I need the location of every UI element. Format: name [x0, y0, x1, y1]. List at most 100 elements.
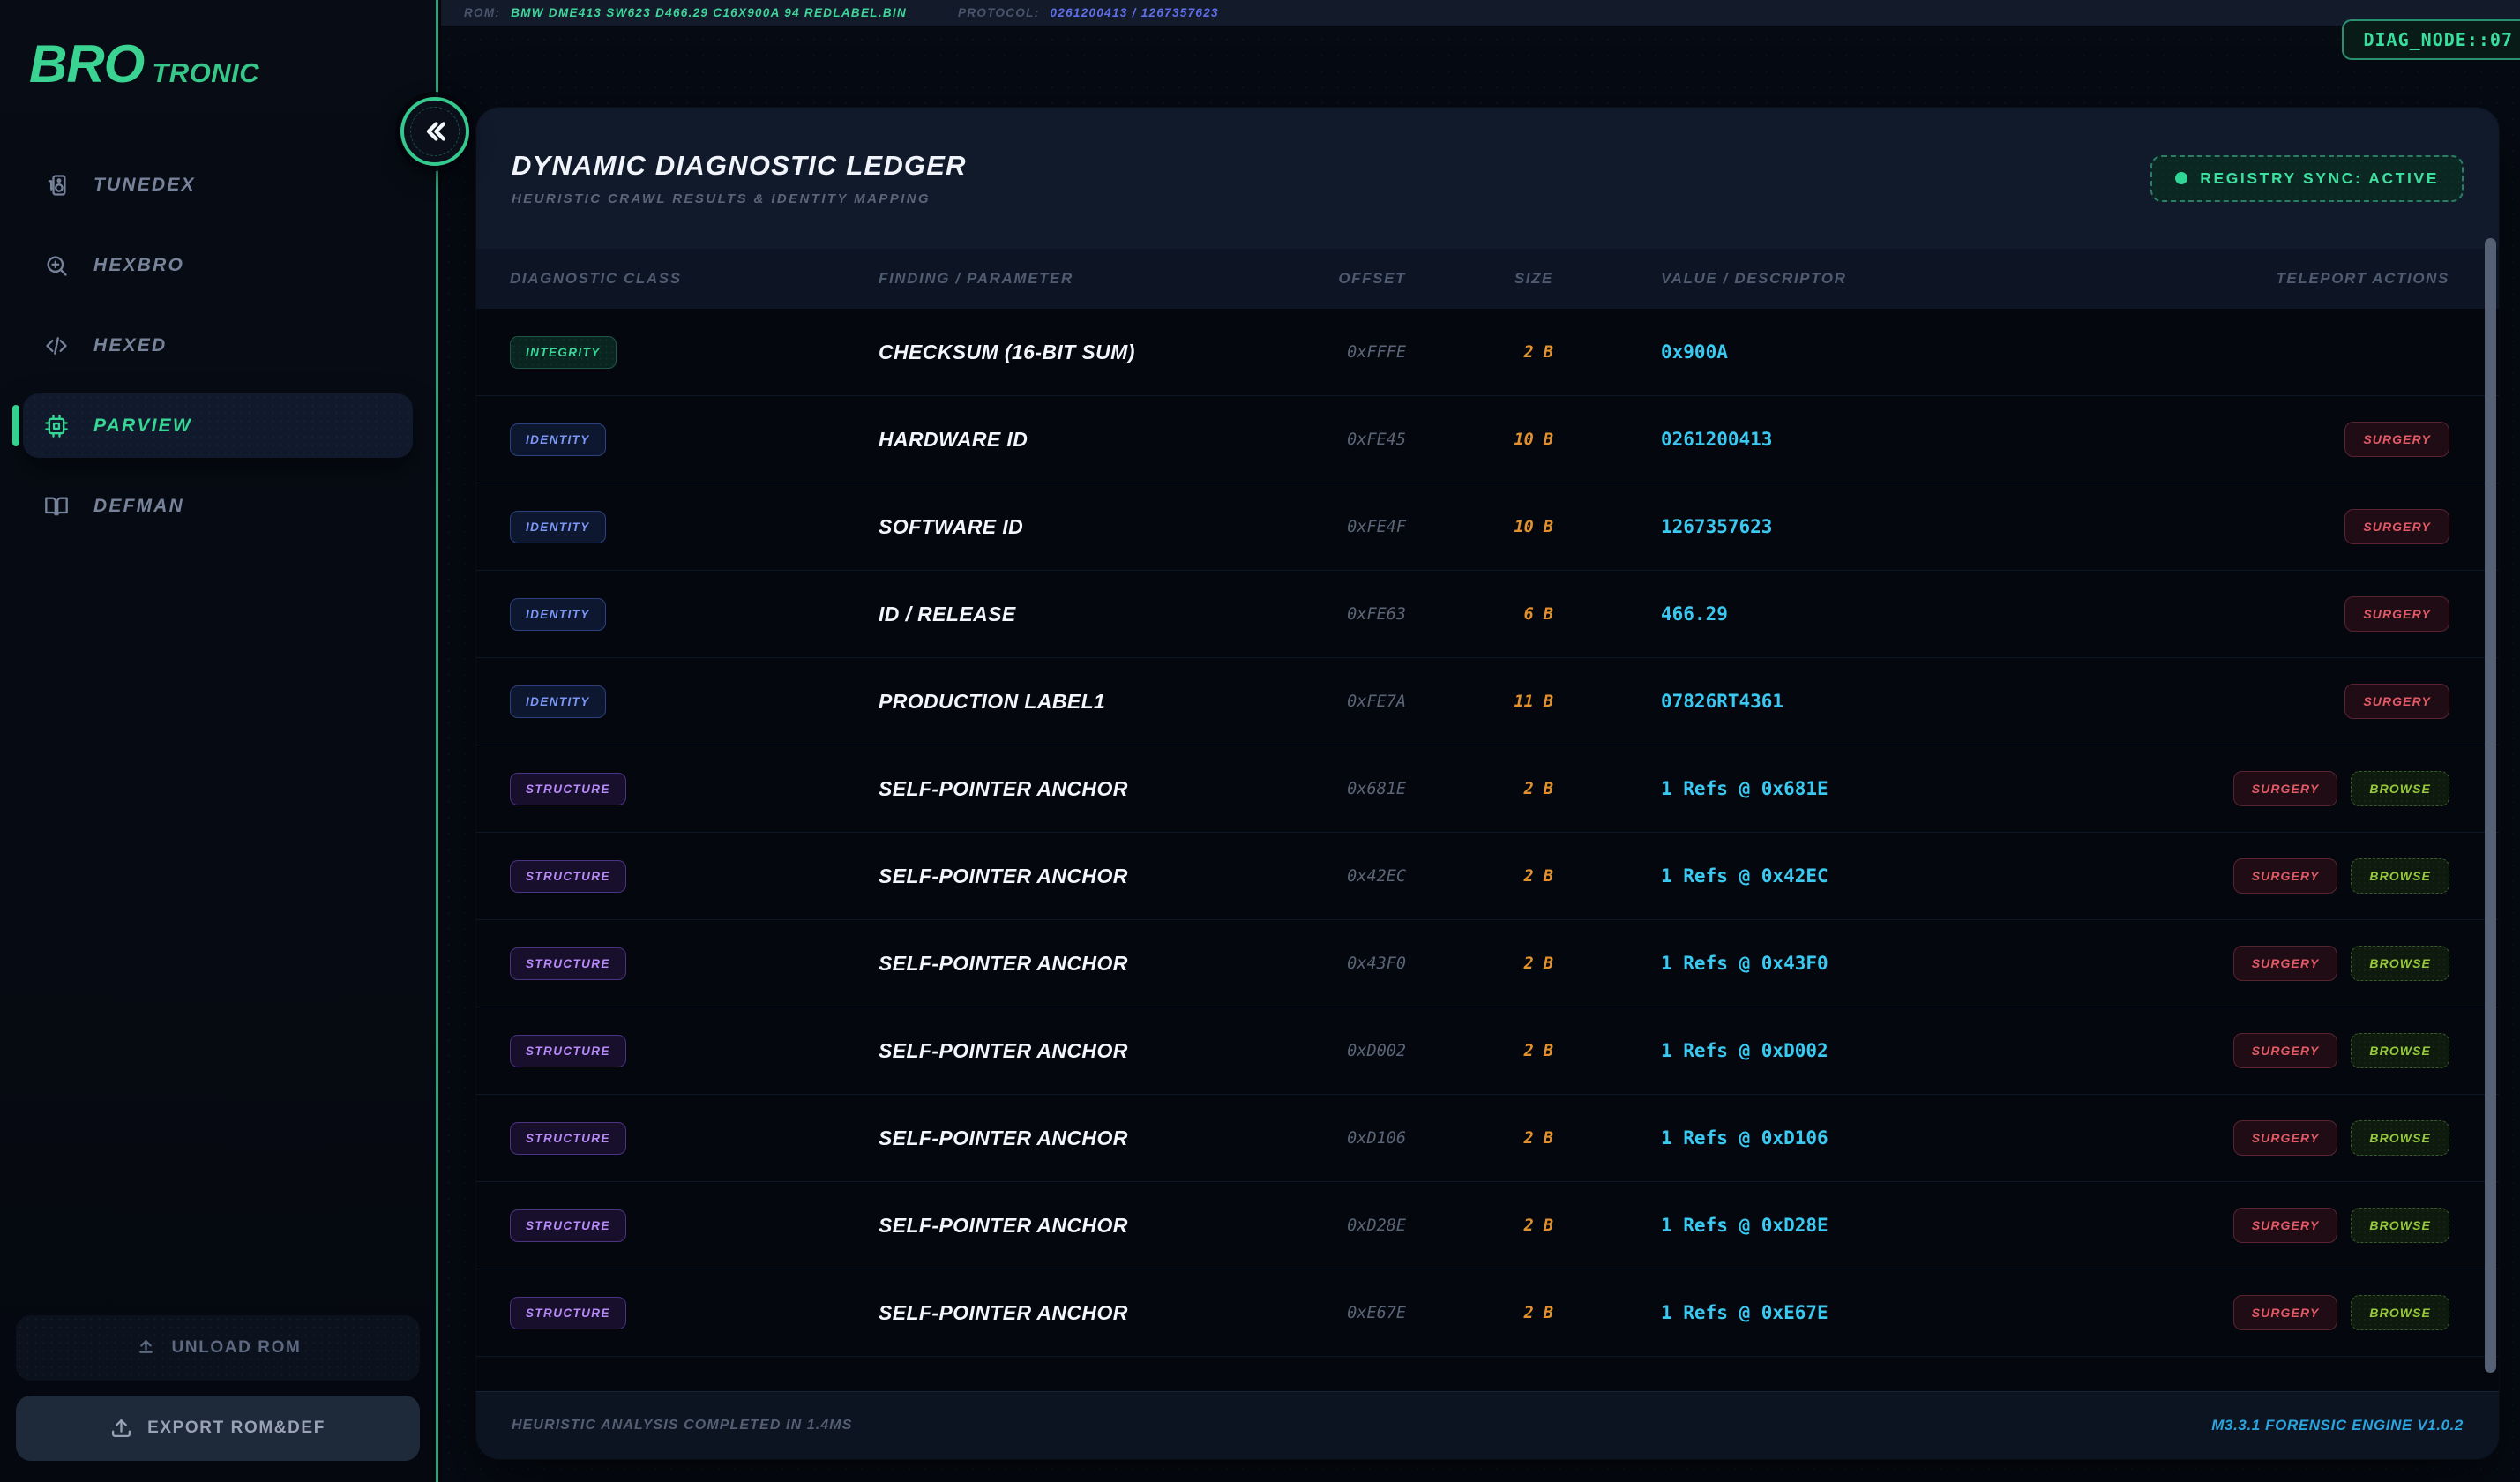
speaker-icon	[44, 173, 69, 198]
class-badge: IDENTITY	[510, 685, 606, 718]
browse-button[interactable]: BROWSE	[2351, 1120, 2449, 1156]
class-badge: INTEGRITY	[510, 336, 617, 369]
scrollbar-thumb[interactable]	[2485, 238, 2496, 1373]
surgery-button[interactable]: SURGERY	[2344, 422, 2449, 457]
finding-cell: SELF-POINTER ANCHOR	[879, 864, 1267, 888]
size-cell: 10 B	[1406, 430, 1553, 449]
table-row: IDENTITY SOFTWARE ID 0xFE4F 10 B 1267357…	[476, 483, 2499, 571]
value-cell: 1 Refs @ 0xD106	[1661, 1127, 2233, 1149]
browse-button[interactable]: BROWSE	[2351, 1033, 2449, 1068]
class-badge: IDENTITY	[510, 598, 606, 631]
class-cell: STRUCTURE	[510, 1035, 879, 1067]
protocol-value: 0261200413 / 1267357623	[1051, 6, 1219, 19]
panel-title-block: DYNAMIC DIAGNOSTIC LEDGER HEURISTIC CRAW…	[512, 150, 967, 206]
value-cell: 1 Refs @ 0xD002	[1661, 1040, 2233, 1061]
browse-button[interactable]: BROWSE	[2351, 771, 2449, 806]
registry-sync-label: REGISTRY SYNC: ACTIVE	[2200, 169, 2439, 188]
sidebar-collapse-button[interactable]	[400, 97, 469, 166]
table-row: STRUCTURE SELF-POINTER ANCHOR 0xD106 2 B…	[476, 1095, 2499, 1182]
class-cell: IDENTITY	[510, 598, 879, 631]
actions-cell: SURGERY BROWSE	[2233, 1208, 2449, 1243]
offset-cell: 0xFE63	[1267, 605, 1406, 624]
offset-cell: 0xFE4F	[1267, 518, 1406, 536]
table-row: STRUCTURE SELF-POINTER ANCHOR 0xD002 2 B…	[476, 1007, 2499, 1095]
finding-cell: SELF-POINTER ANCHOR	[879, 1214, 1267, 1238]
unload-rom-button[interactable]: UNLOAD ROM	[16, 1315, 420, 1381]
sidebar-item-parview[interactable]: PARVIEW	[23, 393, 413, 458]
offset-cell: 0xD28E	[1267, 1216, 1406, 1235]
surgery-button[interactable]: SURGERY	[2233, 858, 2338, 894]
class-cell: IDENTITY	[510, 423, 879, 456]
browse-button[interactable]: BROWSE	[2351, 946, 2449, 981]
browse-button[interactable]: BROWSE	[2351, 1295, 2449, 1330]
sidebar-item-hexed[interactable]: HEXED	[23, 313, 413, 378]
browse-button[interactable]: BROWSE	[2351, 1208, 2449, 1243]
table-header: DIAGNOSTIC CLASS FINDING / PARAMETER OFF…	[476, 249, 2499, 309]
class-badge: STRUCTURE	[510, 860, 626, 893]
finding-cell: ID / RELEASE	[879, 603, 1267, 626]
size-cell: 2 B	[1406, 1129, 1553, 1148]
sidebar-item-hexbro[interactable]: HEXBRO	[23, 233, 413, 297]
protocol-label: PROTOCOL:	[958, 6, 1039, 19]
size-cell: 6 B	[1406, 605, 1553, 624]
finding-cell: CHECKSUM (16-BIT SUM)	[879, 341, 1267, 364]
code-icon	[44, 333, 69, 358]
actions-cell: SURGERY	[2233, 509, 2449, 544]
surgery-button[interactable]: SURGERY	[2233, 1033, 2338, 1068]
actions-cell: SURGERY BROWSE	[2233, 1120, 2449, 1156]
surgery-button[interactable]: SURGERY	[2344, 509, 2449, 544]
surgery-button[interactable]: SURGERY	[2233, 1208, 2338, 1243]
surgery-button[interactable]: SURGERY	[2233, 946, 2338, 981]
surgery-button[interactable]: SURGERY	[2344, 596, 2449, 632]
sidebar-item-label: PARVIEW	[93, 415, 192, 437]
value-cell: 1 Refs @ 0xD28E	[1661, 1215, 2233, 1236]
surgery-button[interactable]: SURGERY	[2233, 771, 2338, 806]
export-rom-def-button[interactable]: EXPORT ROM&DEF	[16, 1396, 420, 1461]
class-cell: STRUCTURE	[510, 860, 879, 893]
sidebar-item-defman[interactable]: DEFMAN	[23, 474, 413, 538]
main-area: ROM: BMW DME413 SW623 D466.29 C16X900A 9…	[441, 0, 2520, 1482]
browse-button[interactable]: BROWSE	[2351, 858, 2449, 894]
analysis-status-text: HEURISTIC ANALYSIS COMPLETED IN 1.4MS	[512, 1418, 853, 1433]
class-badge: STRUCTURE	[510, 1035, 626, 1067]
value-cell: 1 Refs @ 0x42EC	[1661, 865, 2233, 887]
logo-primary: BRO	[29, 34, 144, 94]
diag-node-badge: DIAG_NODE::07	[2342, 19, 2520, 60]
class-badge: IDENTITY	[510, 423, 606, 456]
size-cell: 2 B	[1406, 343, 1553, 362]
finding-cell: SELF-POINTER ANCHOR	[879, 1039, 1267, 1063]
page-subtitle: HEURISTIC CRAWL RESULTS & IDENTITY MAPPI…	[512, 191, 967, 206]
value-cell: 1267357623	[1661, 516, 2233, 537]
class-cell: IDENTITY	[510, 685, 879, 718]
offset-cell: 0xFFFE	[1267, 343, 1406, 362]
surgery-button[interactable]: SURGERY	[2233, 1295, 2338, 1330]
table-row: IDENTITY HARDWARE ID 0xFE45 10 B 0261200…	[476, 396, 2499, 483]
surgery-button[interactable]: SURGERY	[2344, 684, 2449, 719]
finding-cell: SELF-POINTER ANCHOR	[879, 777, 1267, 801]
table-row: STRUCTURE SELF-POINTER ANCHOR 0x681E 2 B…	[476, 745, 2499, 833]
actions-cell: SURGERY BROWSE	[2233, 946, 2449, 981]
actions-cell: SURGERY BROWSE	[2233, 858, 2449, 894]
col-finding-parameter: FINDING / PARAMETER	[879, 270, 1267, 288]
offset-cell: 0xD002	[1267, 1042, 1406, 1060]
class-cell: STRUCTURE	[510, 947, 879, 980]
sidebar-nav: TUNEDEX HEXBRO HEXED PARVIEW DEFMAN	[0, 153, 436, 538]
diagnostic-ledger-panel: DYNAMIC DIAGNOSTIC LEDGER HEURISTIC CRAW…	[476, 108, 2499, 1459]
table-row: INTEGRITY CHECKSUM (16-BIT SUM) 0xFFFE 2…	[476, 309, 2499, 396]
finding-cell: SELF-POINTER ANCHOR	[879, 952, 1267, 976]
class-cell: STRUCTURE	[510, 773, 879, 805]
chip-icon	[44, 414, 69, 438]
sidebar: BRO TRONIC TUNEDEX HEXBRO HEXED PARVIEW …	[0, 0, 438, 1482]
size-cell: 2 B	[1406, 1304, 1553, 1322]
topbar-protocol: PROTOCOL: 0261200413 / 1267357623	[958, 6, 1219, 19]
value-cell: 0x900A	[1661, 341, 2233, 363]
table-row: STRUCTURE SELF-POINTER ANCHOR 0xD28E 2 B…	[476, 1182, 2499, 1269]
logo-secondary: TRONIC	[152, 57, 259, 89]
surgery-button[interactable]: SURGERY	[2233, 1120, 2338, 1156]
sidebar-item-tunedex[interactable]: TUNEDEX	[23, 153, 413, 217]
table-body: INTEGRITY CHECKSUM (16-BIT SUM) 0xFFFE 2…	[476, 309, 2499, 1357]
page-title: DYNAMIC DIAGNOSTIC LEDGER	[512, 150, 967, 182]
actions-cell: SURGERY	[2233, 684, 2449, 719]
offset-cell: 0x42EC	[1267, 867, 1406, 886]
engine-version-text: M3.3.1 FORENSIC ENGINE V1.0.2	[2211, 1417, 2464, 1434]
